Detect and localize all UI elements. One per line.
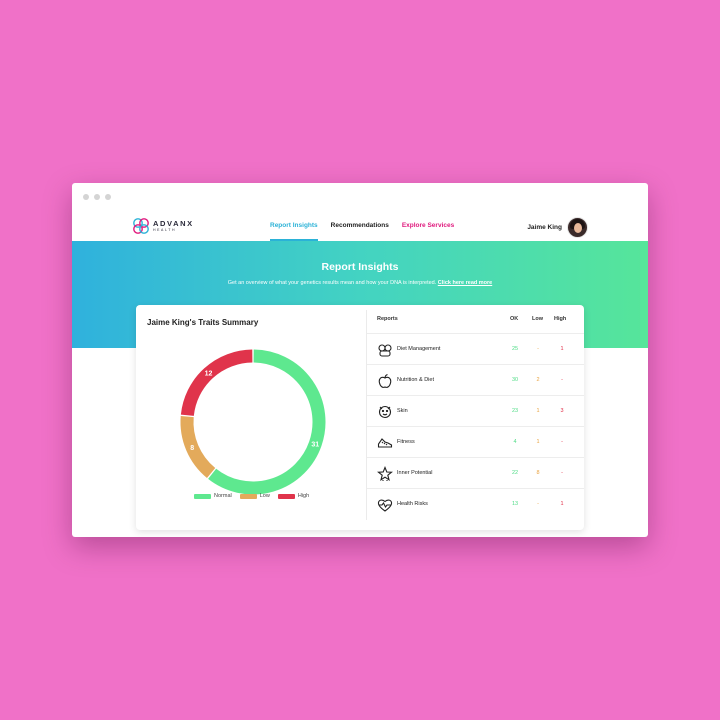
row-low: 1 <box>536 408 540 414</box>
hero-subtitle: Get an overview of what your genetics re… <box>72 280 648 286</box>
row-ok: 25 <box>511 346 519 352</box>
row-label: Diet Management <box>397 346 441 352</box>
read-more-link[interactable]: Click here read more <box>438 280 492 286</box>
legend-swatch-low <box>239 493 257 499</box>
table-row[interactable]: Health Risks 13 - 1 <box>367 488 584 520</box>
shoe-icon <box>377 438 393 448</box>
window-controls <box>83 194 111 200</box>
browser-window: ADVANX HEALTH Report Insights Recommenda… <box>72 183 648 537</box>
row-low: 1 <box>536 439 540 445</box>
row-ok: 4 <box>513 439 517 445</box>
chart-legend: Normal Low High <box>194 493 309 499</box>
traits-donut-chart: 31 8 12 <box>180 349 326 495</box>
summary-title: Jaime King's Traits Summary <box>147 318 259 327</box>
donut-slice-high[interactable] <box>180 349 253 417</box>
window-close-dot[interactable] <box>83 194 89 200</box>
donut-label-normal: 31 <box>311 441 319 448</box>
row-high: 1 <box>560 501 564 507</box>
row-high: 1 <box>560 346 564 352</box>
table-row[interactable]: Inner Potential 22 8 - <box>367 457 584 489</box>
row-low: - <box>537 346 539 352</box>
row-low: 2 <box>536 377 540 383</box>
star-icon <box>377 466 393 482</box>
logo-icon <box>133 218 149 234</box>
hero-subtitle-text: Get an overview of what your genetics re… <box>227 280 437 286</box>
row-label: Inner Potential <box>397 470 433 476</box>
row-high: - <box>561 377 563 383</box>
header-reports: Reports <box>377 316 398 322</box>
row-high: 3 <box>560 408 564 414</box>
brand-name: ADVANX <box>153 219 194 228</box>
row-low: 8 <box>536 470 540 476</box>
row-label: Skin <box>397 408 408 414</box>
donut-slice-normal[interactable] <box>208 349 326 495</box>
row-label: Nutrition & Diet <box>397 377 434 383</box>
tab-recommendations[interactable]: Recommendations <box>331 213 389 241</box>
brand-logo[interactable]: ADVANX HEALTH <box>132 217 194 235</box>
nav-tabs: Report Insights Recommendations Explore … <box>270 213 454 241</box>
row-high: - <box>561 470 563 476</box>
row-label: Health Risks <box>397 501 428 507</box>
table-row[interactable]: Nutrition & Diet 30 2 - <box>367 364 584 396</box>
legend-swatch-normal <box>194 493 211 499</box>
user-menu[interactable]: Jaime King <box>527 217 588 238</box>
row-low: - <box>537 501 539 507</box>
table-row[interactable]: Skin 23 1 3 <box>367 395 584 427</box>
top-navigation: ADVANX HEALTH Report Insights Recommenda… <box>72 213 648 241</box>
row-ok: 22 <box>511 470 519 476</box>
row-ok: 30 <box>511 377 519 383</box>
table-row[interactable]: Fitness 4 1 - <box>367 426 584 458</box>
heart-pulse-icon <box>377 499 393 512</box>
user-name: Jaime King <box>527 224 562 231</box>
row-ok: 23 <box>511 408 519 414</box>
window-maximize-dot[interactable] <box>105 194 111 200</box>
skin-icon <box>378 405 392 419</box>
header-ok: OK <box>510 316 519 322</box>
tab-explore-services[interactable]: Explore Services <box>402 213 454 241</box>
window-minimize-dot[interactable] <box>94 194 100 200</box>
legend-item-normal: Normal <box>194 493 232 499</box>
brand-sub: HEALTH <box>153 227 177 232</box>
row-high: - <box>561 439 563 445</box>
legend-item-low: Low <box>239 493 270 499</box>
table-row[interactable]: Diet Management 25 - 1 <box>367 333 584 365</box>
legend-label-high: High <box>297 493 310 499</box>
legend-swatch-high <box>277 493 295 499</box>
legend-label-normal: Normal <box>214 493 232 499</box>
header-low: Low <box>532 316 543 322</box>
avatar[interactable] <box>567 217 588 238</box>
donut-label-high: 12 <box>205 371 213 378</box>
apple-icon <box>378 373 392 388</box>
legend-item-high: High <box>277 493 310 499</box>
header-high: High <box>554 316 567 322</box>
row-ok: 13 <box>511 501 519 507</box>
row-label: Fitness <box>397 439 415 445</box>
tab-report-insights[interactable]: Report Insights <box>270 213 318 241</box>
diet-management-icon <box>378 344 392 357</box>
summary-card: Jaime King's Traits Summary 31 8 12 Normal… <box>136 305 584 530</box>
page-title: Report Insights <box>321 261 399 273</box>
donut-label-low: 8 <box>190 445 194 452</box>
legend-label-low: Low <box>259 493 270 499</box>
